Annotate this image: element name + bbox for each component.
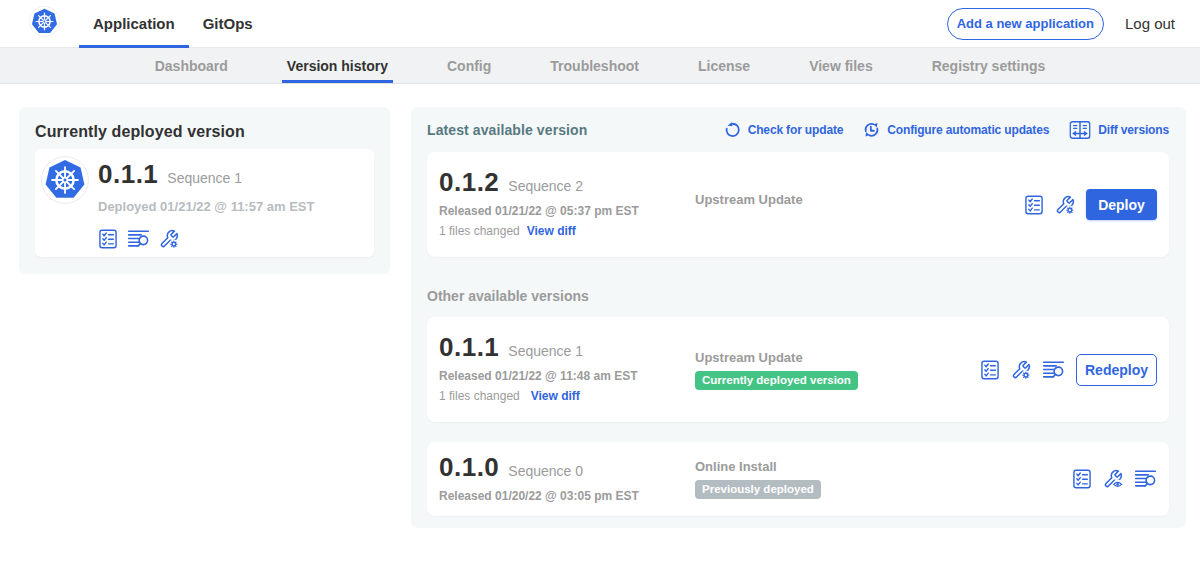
deployed-version-number: 0.1.1 — [98, 163, 158, 185]
released-timestamp: Released 01/21/22 @ 11:48 am EST — [439, 369, 695, 383]
available-versions-panel: Latest available version Check for updat… — [411, 107, 1186, 528]
configure-automatic-updates-label: Configure automatic updates — [887, 123, 1049, 137]
app-icon kubernetes-logo-icon — [41, 156, 89, 204]
refresh-icon — [724, 121, 741, 138]
currently-deployed-title: Currently deployed version — [35, 123, 374, 141]
version-source: Upstream Update Currently deployed versi… — [695, 350, 980, 390]
files-changed-line: 1 files changed View diff — [439, 389, 695, 403]
version-number: 0.1.0 — [439, 456, 499, 478]
main-content: Currently deployed version 0.1.1 Sequenc… — [0, 84, 1200, 528]
edit-config-icon[interactable] — [1011, 360, 1031, 380]
subnav-item-view-files[interactable]: View files — [804, 48, 878, 83]
released-timestamp: Released 01/21/22 @ 05:37 pm EST — [439, 204, 695, 218]
files-changed-line: 1 files changed View diff — [439, 224, 695, 238]
badge-row: Previously deployed — [695, 474, 1072, 499]
preflight-checks-icon[interactable] — [98, 229, 118, 249]
sync-clock-icon — [863, 121, 880, 138]
version-info: 0.1.1 Sequence 1 Released 01/21/22 @ 11:… — [439, 336, 695, 403]
diff-versions-label: Diff versions — [1098, 123, 1169, 137]
diff-versions-link[interactable]: Diff versions — [1069, 121, 1169, 139]
currently-deployed-card: Currently deployed version 0.1.1 Sequenc… — [19, 107, 390, 274]
configure-automatic-updates-link[interactable]: Configure automatic updates — [863, 121, 1049, 138]
other-available-title: Other available versions — [427, 288, 1169, 304]
deployed-timestamp: Deployed 01/21/22 @ 11:57 am EST — [98, 199, 314, 214]
badge-row: Currently deployed version — [695, 365, 980, 390]
topbar-tabs: Application GitOps — [79, 0, 267, 47]
sequence-label: Sequence 0 — [508, 463, 583, 479]
version-actions: Redeploy — [980, 354, 1157, 386]
topbar-right: Add a new application Log out — [947, 0, 1175, 47]
subnav-item-version-history[interactable]: Version history — [282, 48, 393, 83]
update-actions: Check for update Configure automatic upd… — [724, 121, 1169, 139]
tab-gitops-label: GitOps — [203, 15, 253, 32]
version-line: 0.1.1 Sequence 1 — [439, 336, 695, 359]
version-info: 0.1.2 Sequence 2 Released 01/21/22 @ 05:… — [439, 171, 695, 238]
add-application-button[interactable]: Add a new application — [947, 8, 1104, 40]
topbar: Application GitOps Add a new application… — [0, 0, 1200, 48]
edit-config-icon[interactable] — [1055, 195, 1075, 215]
latest-available-title: Latest available version — [427, 122, 587, 138]
version-row-0.1.2: 0.1.2 Sequence 2 Released 01/21/22 @ 05:… — [427, 152, 1169, 257]
subnav: Dashboard Version history Config Trouble… — [0, 48, 1200, 84]
deployed-action-icons — [98, 229, 314, 249]
files-changed-label: 1 files changed — [439, 224, 520, 238]
subnav-item-license[interactable]: License — [693, 48, 755, 83]
released-timestamp: Released 01/20/22 @ 03:05 pm EST — [439, 489, 695, 503]
check-for-update-label: Check for update — [748, 123, 844, 137]
latest-available-header: Latest available version Check for updat… — [427, 121, 1169, 138]
deploy-logs-icon[interactable] — [1042, 360, 1065, 380]
version-number: 0.1.2 — [439, 171, 499, 193]
version-line: 0.1.2 Sequence 2 — [439, 171, 695, 194]
tab-gitops[interactable]: GitOps — [189, 0, 267, 47]
view-diff-link[interactable]: View diff — [527, 224, 576, 238]
version-number: 0.1.1 — [439, 336, 499, 358]
subnav-item-dashboard[interactable]: Dashboard — [150, 48, 233, 83]
files-changed-label: 1 files changed — [439, 389, 520, 403]
subnav-item-troubleshoot[interactable]: Troubleshoot — [545, 48, 644, 83]
version-row-0.1.0: 0.1.0 Sequence 0 Released 01/20/22 @ 03:… — [427, 442, 1169, 516]
version-info: 0.1.0 Sequence 0 Released 01/20/22 @ 03:… — [439, 456, 695, 503]
edit-config-icon[interactable] — [159, 229, 179, 249]
preflight-checks-icon[interactable] — [980, 360, 1000, 380]
view-diff-link[interactable]: View diff — [531, 389, 580, 403]
check-for-update-link[interactable]: Check for update — [724, 121, 844, 138]
preflight-checks-icon[interactable] — [1072, 469, 1092, 489]
deploy-logs-icon[interactable] — [127, 229, 150, 249]
diff-columns-icon — [1069, 121, 1091, 139]
previously-deployed-badge: Previously deployed — [695, 480, 821, 499]
subnav-item-registry-settings[interactable]: Registry settings — [927, 48, 1051, 83]
deployed-version-card: 0.1.1 Sequence 1 Deployed 01/21/22 @ 11:… — [35, 149, 374, 257]
tab-application[interactable]: Application — [79, 0, 189, 47]
version-actions — [1072, 469, 1157, 489]
deployed-version-info: 0.1.1 Sequence 1 Deployed 01/21/22 @ 11:… — [98, 156, 314, 249]
subnav-item-config[interactable]: Config — [442, 48, 496, 83]
tab-application-label: Application — [93, 15, 175, 32]
deployed-sequence-label: Sequence 1 — [167, 170, 242, 186]
source-label: Upstream Update — [695, 350, 980, 365]
version-line: 0.1.1 Sequence 1 — [98, 163, 314, 186]
version-actions: Deploy — [1024, 189, 1157, 220]
version-row-0.1.1: 0.1.1 Sequence 1 Released 01/21/22 @ 11:… — [427, 317, 1169, 422]
view-config-icon[interactable] — [1103, 469, 1123, 489]
sequence-label: Sequence 1 — [508, 343, 583, 359]
redeploy-button[interactable]: Redeploy — [1076, 354, 1157, 386]
logout-link[interactable]: Log out — [1125, 15, 1175, 32]
kubernetes-logo-icon — [29, 6, 60, 37]
version-line: 0.1.0 Sequence 0 — [439, 456, 695, 479]
version-source: Online Install Previously deployed — [695, 459, 1072, 499]
deploy-logs-icon[interactable] — [1134, 469, 1157, 489]
source-label: Online Install — [695, 459, 1072, 474]
source-label: Upstream Update — [695, 192, 1024, 207]
currently-deployed-badge: Currently deployed version — [695, 371, 858, 390]
sequence-label: Sequence 2 — [508, 178, 583, 194]
deploy-button[interactable]: Deploy — [1086, 189, 1157, 220]
preflight-checks-icon[interactable] — [1024, 195, 1044, 215]
version-source: Upstream Update — [695, 192, 1024, 207]
